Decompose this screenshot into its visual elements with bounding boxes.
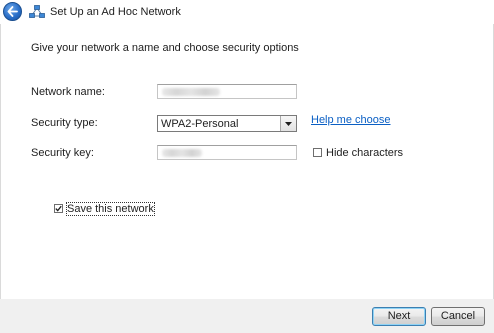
title-bar: Set Up an Ad Hoc Network [0, 0, 494, 24]
save-network-checkbox[interactable] [54, 204, 63, 213]
page-heading: Give your network a name and choose secu… [31, 42, 299, 54]
security-type-value: WPA2-Personal [161, 118, 239, 130]
cancel-button[interactable]: Cancel [431, 307, 485, 326]
security-key-input[interactable] [157, 145, 297, 160]
save-network-label[interactable]: Save this network [66, 202, 155, 216]
security-key-label: Security key: [31, 147, 94, 159]
help-me-choose-link[interactable]: Help me choose [311, 114, 391, 126]
security-type-dropdown[interactable]: WPA2-Personal [157, 115, 297, 132]
hide-characters-label[interactable]: Hide characters [326, 147, 403, 159]
network-name-label: Network name: [31, 86, 105, 98]
dropdown-arrow-icon [285, 122, 292, 126]
redacted-value [162, 149, 202, 157]
back-button[interactable] [3, 2, 22, 21]
network-icon [29, 5, 45, 18]
wizard-content [0, 24, 494, 300]
redacted-value [162, 88, 220, 96]
dropdown-button[interactable] [280, 116, 296, 131]
hide-characters-checkbox[interactable] [313, 148, 322, 157]
checkmark-icon [55, 205, 62, 212]
security-type-label: Security type: [31, 117, 98, 129]
window-title: Set Up an Ad Hoc Network [50, 6, 181, 18]
next-button[interactable]: Next [372, 307, 426, 326]
back-arrow-icon [7, 6, 18, 17]
network-name-input[interactable] [157, 84, 297, 99]
